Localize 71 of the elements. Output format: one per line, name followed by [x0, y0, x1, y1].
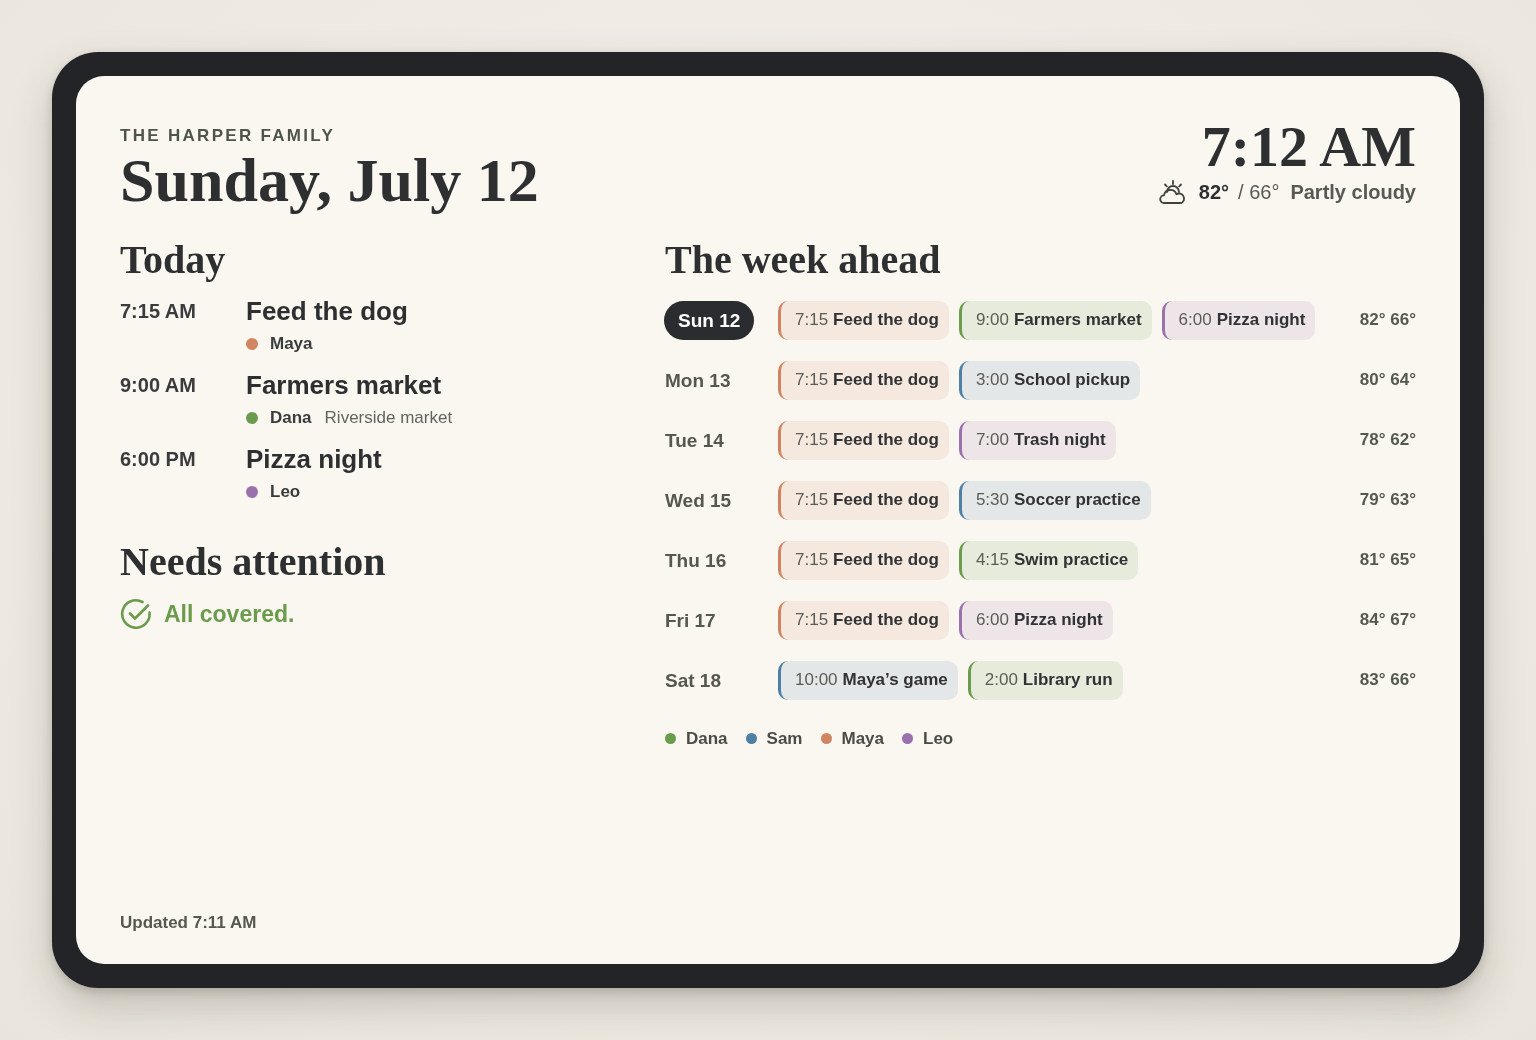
- legend-name: Leo: [923, 728, 954, 749]
- chip-time: 7:15: [795, 490, 829, 511]
- check-circle-icon: [120, 597, 152, 630]
- clock-time: 7:12 AM: [1201, 118, 1416, 176]
- chip-title: Library run: [1022, 670, 1113, 691]
- chip-time: 7:15: [795, 370, 829, 391]
- day-label: Thu 16: [665, 548, 727, 573]
- day-temps: 78° 62°: [1359, 430, 1416, 451]
- chip-title: Feed the dog: [833, 430, 939, 451]
- chip-title: Feed the dog: [833, 550, 939, 571]
- chip-time: 6:00: [975, 610, 1009, 631]
- day-temps: 84° 67°: [1359, 610, 1416, 631]
- day-temps: 81° 65°: [1359, 550, 1416, 571]
- chip-time: 10:00: [795, 670, 838, 691]
- chip-title: Soccer practice: [1013, 490, 1141, 511]
- day-label: Sat 18: [665, 668, 721, 693]
- chip-title: School pickup: [1013, 370, 1131, 391]
- event-time: 6:00 PM: [120, 448, 196, 471]
- person-name: Maya: [270, 333, 313, 354]
- section-heading: Today: [120, 238, 227, 283]
- chip-time: 9:00: [975, 310, 1009, 331]
- person-name: Leo: [270, 481, 301, 502]
- person-name: Dana: [270, 407, 312, 428]
- updated-text: Updated 7:11 AM: [120, 913, 258, 933]
- event-time: 7:15 AM: [120, 300, 196, 323]
- day-temps: 82° 66°: [1359, 310, 1416, 331]
- event-title: Feed the dog: [246, 296, 408, 327]
- weather-high: 82°: [1198, 180, 1230, 204]
- legend-name: Dana: [686, 728, 728, 749]
- chip-title: Pizza night: [1216, 310, 1306, 331]
- chip-title: Swim practice: [1013, 550, 1129, 571]
- legend-name: Sam: [766, 728, 803, 749]
- chip-time: 2:00: [984, 670, 1018, 691]
- chip-time: 7:15: [795, 310, 829, 331]
- section-heading: The week ahead: [665, 238, 942, 283]
- chip-title: Feed the dog: [833, 310, 939, 331]
- chip-title: Pizza night: [1013, 610, 1103, 631]
- chip-time: 3:00: [975, 370, 1009, 391]
- chip-title: Trash night: [1013, 430, 1106, 451]
- chip-time: 7:00: [975, 430, 1009, 451]
- weather-low: / 66°: [1238, 180, 1280, 204]
- sun-cloud-icon: [1158, 180, 1187, 204]
- chip-title: Maya’s game: [842, 670, 948, 691]
- day-temps: 83° 66°: [1359, 670, 1416, 691]
- chip-title: Feed the dog: [833, 370, 939, 391]
- day-temps: 79° 63°: [1359, 490, 1416, 511]
- day-label: Tue 14: [665, 428, 724, 453]
- day-temps: 80° 64°: [1359, 370, 1416, 391]
- event-time: 9:00 AM: [120, 374, 196, 397]
- chip-time: 5:30: [975, 490, 1009, 511]
- legend-name: Maya: [841, 728, 885, 749]
- chip-title: Farmers market: [1013, 310, 1142, 331]
- chip-title: Feed the dog: [833, 610, 939, 631]
- chip-time: 7:15: [795, 550, 829, 571]
- day-pill: Sun 12: [664, 300, 755, 340]
- event-title: Farmers market: [246, 370, 442, 401]
- weather-condition: Partly cloudy: [1290, 180, 1416, 204]
- chip-title: Feed the dog: [833, 490, 939, 511]
- chip-time: 7:15: [795, 610, 829, 631]
- day-label: Wed 15: [665, 488, 732, 513]
- event-location: Riverside market: [324, 407, 453, 428]
- date-heading: Sunday, July 12: [120, 146, 539, 215]
- section-heading: Needs attention: [120, 539, 387, 584]
- event-title: Pizza night: [246, 444, 382, 475]
- status-text: All covered.: [164, 599, 295, 629]
- day-label: Mon 13: [665, 368, 731, 393]
- day-label: Fri 17: [665, 608, 716, 633]
- chip-time: 7:15: [795, 430, 829, 451]
- chip-time: 4:15: [975, 550, 1009, 571]
- chip-time: 6:00: [1178, 310, 1212, 331]
- family-label: THE HARPER FAMILY: [120, 126, 337, 146]
